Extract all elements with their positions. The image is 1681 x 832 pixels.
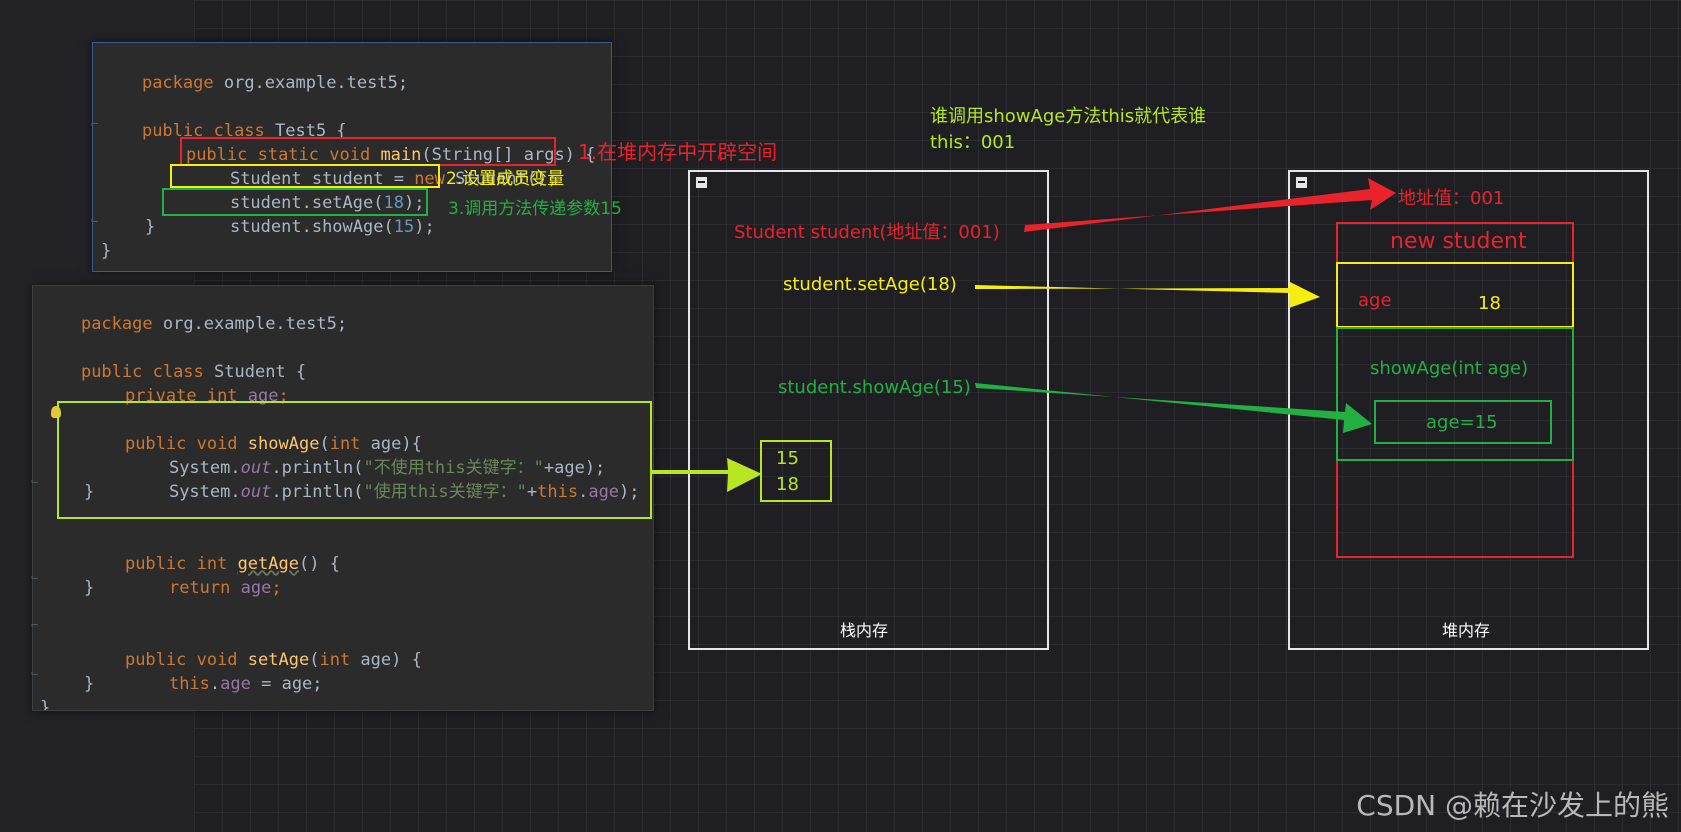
green-arrow xyxy=(975,383,1372,433)
watermark: CSDN @赖在沙发上的熊 xyxy=(1356,789,1669,822)
lime-arrow xyxy=(652,458,762,492)
arrows-layer xyxy=(652,178,1396,492)
red-arrow xyxy=(1024,178,1396,232)
yellow-arrow xyxy=(975,282,1320,308)
